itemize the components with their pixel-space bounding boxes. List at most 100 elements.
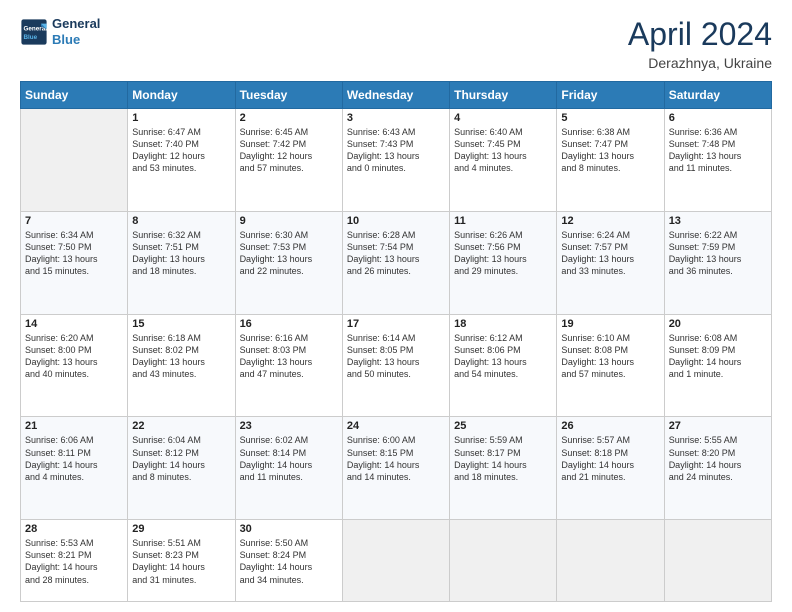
- calendar-cell: 12 Sunrise: 6:24 AM Sunset: 7:57 PM Dayli…: [557, 211, 664, 314]
- cell-info: Sunrise: 5:55 AM Sunset: 8:20 PM Dayligh…: [669, 434, 767, 483]
- cell-day-number: 8: [132, 215, 230, 227]
- svg-text:Blue: Blue: [24, 34, 38, 41]
- calendar-cell: 30Sunrise: 5:50 AM Sunset: 8:24 PM Dayli…: [235, 520, 342, 602]
- cell-day-number: 10: [347, 215, 445, 227]
- cell-info: Sunrise: 6:16 AM Sunset: 8:03 PM Dayligh…: [240, 332, 338, 381]
- header: General Blue General Blue April 2024 Der…: [20, 16, 772, 71]
- cell-day-number: 11: [454, 215, 552, 227]
- calendar-cell: 3Sunrise: 6:43 AM Sunset: 7:43 PM Daylig…: [342, 109, 449, 212]
- calendar-cell: 28Sunrise: 5:53 AM Sunset: 8:21 PM Dayli…: [21, 520, 128, 602]
- calendar-cell: 10Sunrise: 6:28 AM Sunset: 7:54 PM Dayli…: [342, 211, 449, 314]
- cell-day-number: 6: [669, 112, 767, 124]
- logo-line1: General: [52, 16, 100, 32]
- cell-day-number: 9: [240, 215, 338, 227]
- calendar-cell: 26Sunrise: 5:57 AM Sunset: 8:18 PM Dayli…: [557, 417, 664, 520]
- calendar-cell: 6 Sunrise: 6:36 AM Sunset: 7:48 PM Daylig…: [664, 109, 771, 212]
- cell-info: Sunrise: 6:14 AM Sunset: 8:05 PM Dayligh…: [347, 332, 445, 381]
- cell-day-number: 25: [454, 420, 552, 432]
- title-block: April 2024 Derazhnya, Ukraine: [628, 16, 772, 71]
- calendar-cell: [450, 520, 557, 602]
- logo-text: General Blue: [52, 16, 100, 47]
- weekday-header-tuesday: Tuesday: [235, 82, 342, 109]
- calendar-cell: 29Sunrise: 5:51 AM Sunset: 8:23 PM Dayli…: [128, 520, 235, 602]
- calendar-cell: [664, 520, 771, 602]
- cell-info: Sunrise: 6:20 AM Sunset: 8:00 PM Dayligh…: [25, 332, 123, 381]
- weekday-header-sunday: Sunday: [21, 82, 128, 109]
- calendar-cell: 19 Sunrise: 6:10 AM Sunset: 8:08 PM Dayli…: [557, 314, 664, 417]
- cell-info: Sunrise: 6:08 AM Sunset: 8:09 PM Dayligh…: [669, 332, 767, 381]
- calendar-cell: 17 Sunrise: 6:14 AM Sunset: 8:05 PM Dayli…: [342, 314, 449, 417]
- cell-day-number: 1: [132, 112, 230, 124]
- calendar-cell: 9Sunrise: 6:30 AM Sunset: 7:53 PM Daylig…: [235, 211, 342, 314]
- cell-day-number: 4: [454, 112, 552, 124]
- cell-info: Sunrise: 5:59 AM Sunset: 8:17 PM Dayligh…: [454, 434, 552, 483]
- weekday-header-wednesday: Wednesday: [342, 82, 449, 109]
- calendar-cell: 24 Sunrise: 6:00 AM Sunset: 8:15 PM Dayli…: [342, 417, 449, 520]
- weekday-header-saturday: Saturday: [664, 82, 771, 109]
- calendar-cell: 25 Sunrise: 5:59 AM Sunset: 8:17 PM Dayli…: [450, 417, 557, 520]
- cell-day-number: 16: [240, 318, 338, 330]
- calendar-cell: 16 Sunrise: 6:16 AM Sunset: 8:03 PM Dayli…: [235, 314, 342, 417]
- cell-info: Sunrise: 6:00 AM Sunset: 8:15 PM Dayligh…: [347, 434, 445, 483]
- calendar-cell: 1 Sunrise: 6:47 AM Sunset: 7:40 PM Daylig…: [128, 109, 235, 212]
- calendar-cell: 13 Sunrise: 6:22 AM Sunset: 7:59 PM Dayli…: [664, 211, 771, 314]
- cell-day-number: 3: [347, 112, 445, 124]
- calendar-cell: 14 Sunrise: 6:20 AM Sunset: 8:00 PM Dayli…: [21, 314, 128, 417]
- cell-day-number: 7: [25, 215, 123, 227]
- calendar-cell: 27 Sunrise: 5:55 AM Sunset: 8:20 PM Dayli…: [664, 417, 771, 520]
- cell-info: Sunrise: 6:32 AM Sunset: 7:51 PM Dayligh…: [132, 229, 230, 278]
- calendar-cell: 4 Sunrise: 6:40 AM Sunset: 7:45 PM Daylig…: [450, 109, 557, 212]
- cell-info: Sunrise: 6:47 AM Sunset: 7:40 PM Dayligh…: [132, 126, 230, 175]
- calendar-cell: [21, 109, 128, 212]
- cell-day-number: 27: [669, 420, 767, 432]
- calendar-cell: 22Sunrise: 6:04 AM Sunset: 8:12 PM Dayli…: [128, 417, 235, 520]
- page: General Blue General Blue April 2024 Der…: [0, 0, 792, 612]
- cell-day-number: 26: [561, 420, 659, 432]
- cell-day-number: 23: [240, 420, 338, 432]
- cell-day-number: 24: [347, 420, 445, 432]
- cell-info: Sunrise: 6:22 AM Sunset: 7:59 PM Dayligh…: [669, 229, 767, 278]
- calendar-cell: 15Sunrise: 6:18 AM Sunset: 8:02 PM Dayli…: [128, 314, 235, 417]
- cell-day-number: 2: [240, 112, 338, 124]
- cell-info: Sunrise: 6:36 AM Sunset: 7:48 PM Dayligh…: [669, 126, 767, 175]
- logo-line2: Blue: [52, 32, 100, 48]
- cell-info: Sunrise: 6:40 AM Sunset: 7:45 PM Dayligh…: [454, 126, 552, 175]
- cell-info: Sunrise: 6:38 AM Sunset: 7:47 PM Dayligh…: [561, 126, 659, 175]
- cell-info: Sunrise: 6:45 AM Sunset: 7:42 PM Dayligh…: [240, 126, 338, 175]
- cell-day-number: 21: [25, 420, 123, 432]
- weekday-header-thursday: Thursday: [450, 82, 557, 109]
- calendar-cell: 20 Sunrise: 6:08 AM Sunset: 8:09 PM Dayli…: [664, 314, 771, 417]
- cell-info: Sunrise: 6:12 AM Sunset: 8:06 PM Dayligh…: [454, 332, 552, 381]
- calendar-table: SundayMondayTuesdayWednesdayThursdayFrid…: [20, 81, 772, 602]
- cell-info: Sunrise: 6:10 AM Sunset: 8:08 PM Dayligh…: [561, 332, 659, 381]
- logo-icon: General Blue: [20, 18, 48, 46]
- cell-day-number: 15: [132, 318, 230, 330]
- weekday-header-monday: Monday: [128, 82, 235, 109]
- cell-day-number: 13: [669, 215, 767, 227]
- cell-day-number: 20: [669, 318, 767, 330]
- cell-info: Sunrise: 6:24 AM Sunset: 7:57 PM Dayligh…: [561, 229, 659, 278]
- calendar-cell: 23 Sunrise: 6:02 AM Sunset: 8:14 PM Dayli…: [235, 417, 342, 520]
- cell-day-number: 29: [132, 523, 230, 535]
- calendar-cell: 7 Sunrise: 6:34 AM Sunset: 7:50 PM Daylig…: [21, 211, 128, 314]
- cell-day-number: 14: [25, 318, 123, 330]
- weekday-header-friday: Friday: [557, 82, 664, 109]
- calendar-cell: 11Sunrise: 6:26 AM Sunset: 7:56 PM Dayli…: [450, 211, 557, 314]
- month-title: April 2024: [628, 16, 772, 53]
- calendar-cell: [342, 520, 449, 602]
- calendar-cell: 5Sunrise: 6:38 AM Sunset: 7:47 PM Daylig…: [557, 109, 664, 212]
- cell-day-number: 22: [132, 420, 230, 432]
- cell-day-number: 12: [561, 215, 659, 227]
- location: Derazhnya, Ukraine: [628, 55, 772, 71]
- calendar-cell: 2 Sunrise: 6:45 AM Sunset: 7:42 PM Daylig…: [235, 109, 342, 212]
- cell-info: Sunrise: 6:02 AM Sunset: 8:14 PM Dayligh…: [240, 434, 338, 483]
- logo: General Blue General Blue: [20, 16, 100, 47]
- cell-day-number: 19: [561, 318, 659, 330]
- calendar-cell: 8 Sunrise: 6:32 AM Sunset: 7:51 PM Daylig…: [128, 211, 235, 314]
- calendar-cell: [557, 520, 664, 602]
- cell-info: Sunrise: 6:06 AM Sunset: 8:11 PM Dayligh…: [25, 434, 123, 483]
- cell-day-number: 17: [347, 318, 445, 330]
- cell-info: Sunrise: 6:34 AM Sunset: 7:50 PM Dayligh…: [25, 229, 123, 278]
- cell-info: Sunrise: 5:50 AM Sunset: 8:24 PM Dayligh…: [240, 537, 338, 586]
- cell-info: Sunrise: 5:53 AM Sunset: 8:21 PM Dayligh…: [25, 537, 123, 586]
